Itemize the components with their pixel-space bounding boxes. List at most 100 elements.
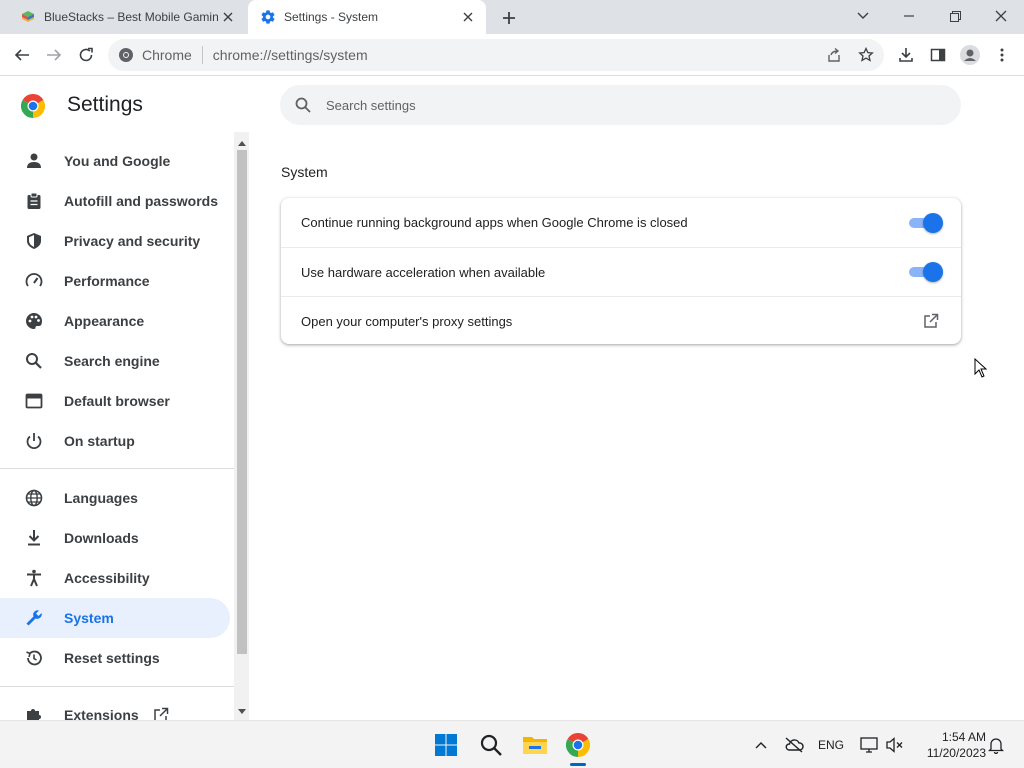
browser-window-icon <box>24 391 44 411</box>
file-explorer-icon[interactable] <box>519 729 551 761</box>
hardware-acceleration-toggle[interactable] <box>909 262 943 282</box>
sidebar-item-you-and-google[interactable]: You and Google <box>0 141 230 181</box>
setting-row-hardware-acceleration[interactable]: Use hardware acceleration when available <box>281 247 961 296</box>
shield-icon <box>24 231 44 251</box>
address-bar[interactable]: Chrome chrome://settings/system <box>108 39 884 71</box>
sidebar-item-extensions[interactable]: Extensions <box>0 695 230 720</box>
system-settings-card: Continue running background apps when Go… <box>281 198 961 344</box>
search-icon <box>24 351 44 371</box>
power-icon <box>24 431 44 451</box>
palette-icon <box>24 311 44 331</box>
sidebar-item-label: Accessibility <box>64 570 150 586</box>
scrollbar-thumb[interactable] <box>237 150 247 654</box>
setting-label: Use hardware acceleration when available <box>301 264 546 280</box>
side-panel-icon[interactable] <box>924 41 952 69</box>
clock-date: 11/20/2023 <box>926 746 986 760</box>
tab-strip: BlueStacks – Best Mobile Gaming Platform… <box>0 0 1024 34</box>
reset-icon <box>24 648 44 668</box>
sidebar-item-label: Appearance <box>64 313 145 329</box>
sidebar-divider <box>0 686 234 687</box>
sidebar-item-accessibility[interactable]: Accessibility <box>0 558 230 598</box>
sidebar-item-label: Autofill and passwords <box>64 193 219 209</box>
chrome-logo-icon <box>20 93 46 118</box>
volume-muted-icon[interactable] <box>884 733 906 757</box>
download-icon[interactable] <box>892 41 920 69</box>
accessibility-icon <box>24 568 44 588</box>
language-indicator[interactable]: ENG <box>816 733 846 757</box>
restore-button[interactable] <box>939 2 971 30</box>
search-icon[interactable] <box>475 729 507 761</box>
chrome-icon[interactable] <box>562 729 594 761</box>
taskbar: ENG 1:54 AM 11/20/2023 <box>0 720 1024 768</box>
omnibox-url[interactable]: chrome://settings/system <box>213 47 368 63</box>
tab-bluestacks[interactable]: BlueStacks – Best Mobile Gaming Platform… <box>8 0 246 34</box>
sidebar-item-reset-settings[interactable]: Reset settings <box>0 638 230 678</box>
new-tab-button[interactable] <box>498 7 520 29</box>
sidebar-item-default-browser[interactable]: Default browser <box>0 381 230 421</box>
omnibox-divider <box>201 46 203 64</box>
scroll-up-arrow-icon[interactable] <box>237 138 247 148</box>
close-icon[interactable] <box>458 7 478 27</box>
close-window-button[interactable] <box>985 2 1017 30</box>
settings-search[interactable] <box>280 85 961 125</box>
background-apps-toggle[interactable] <box>909 212 943 233</box>
sidebar-item-on-startup[interactable]: On startup <box>0 421 230 461</box>
sidebar-item-label: Performance <box>64 273 150 289</box>
settings-sidebar: You and Google Autofill and passwords Pr… <box>0 132 234 720</box>
tab-settings-system[interactable]: Settings - System <box>248 0 486 34</box>
sidebar-item-performance[interactable]: Performance <box>0 261 230 301</box>
sidebar-item-search-engine[interactable]: Search engine <box>0 341 230 381</box>
back-button[interactable] <box>8 41 36 69</box>
setting-row-proxy-settings[interactable]: Open your computer's proxy settings <box>281 296 961 345</box>
download-icon <box>24 528 44 548</box>
close-icon[interactable] <box>218 7 238 27</box>
search-icon <box>294 96 312 114</box>
bluestacks-icon <box>20 9 36 25</box>
sidebar-scrollbar[interactable] <box>234 132 249 720</box>
setting-row-background-apps[interactable]: Continue running background apps when Go… <box>281 198 961 247</box>
tab-search-chevron-down-icon[interactable] <box>847 2 879 30</box>
sidebar-item-label: Default browser <box>64 393 170 409</box>
sidebar-item-privacy[interactable]: Privacy and security <box>0 221 230 261</box>
sidebar-item-languages[interactable]: Languages <box>0 478 230 518</box>
chevron-up-icon[interactable] <box>752 733 770 757</box>
active-app-indicator <box>570 763 586 766</box>
external-link-icon <box>153 707 169 720</box>
sidebar-item-label: Reset settings <box>64 650 160 666</box>
chrome-page-icon[interactable] <box>118 47 134 63</box>
toggle-knob <box>923 262 943 282</box>
profile-avatar-icon[interactable] <box>956 41 984 69</box>
setting-label: Open your computer's proxy settings <box>301 313 513 329</box>
sidebar-item-label: System <box>64 610 114 626</box>
share-icon[interactable] <box>820 41 848 69</box>
toggle-knob <box>923 212 943 233</box>
sidebar-item-system[interactable]: System <box>0 598 230 638</box>
forward-button[interactable] <box>40 41 68 69</box>
more-menu-icon[interactable] <box>988 41 1016 69</box>
external-link-icon[interactable] <box>921 311 941 331</box>
setting-label: Continue running background apps when Go… <box>301 215 688 230</box>
sidebar-item-appearance[interactable]: Appearance <box>0 301 230 341</box>
sidebar-item-downloads[interactable]: Downloads <box>0 518 230 558</box>
search-input[interactable] <box>326 97 886 113</box>
onedrive-offline-icon[interactable] <box>783 733 805 757</box>
section-title: System <box>281 164 328 180</box>
bookmark-star-icon[interactable] <box>852 41 880 69</box>
sidebar-item-label: Languages <box>64 490 138 506</box>
page-title: Settings <box>67 93 143 116</box>
sidebar-item-autofill[interactable]: Autofill and passwords <box>0 181 230 221</box>
windows-start-icon[interactable] <box>430 729 462 761</box>
omnibox-chip: Chrome <box>142 47 192 63</box>
browser-toolbar: Chrome chrome://settings/system <box>0 34 1024 76</box>
wrench-icon <box>24 608 44 628</box>
tab-title: BlueStacks – Best Mobile Gaming Platform… <box>44 10 218 24</box>
sidebar-divider <box>0 468 234 469</box>
scroll-down-arrow-icon[interactable] <box>237 706 247 716</box>
notification-bell-icon[interactable] <box>986 733 1006 757</box>
gear-icon <box>260 9 276 25</box>
system-clock[interactable]: 1:54 AM 11/20/2023 <box>912 729 986 761</box>
minimize-button[interactable] <box>893 2 925 30</box>
sidebar-item-label: Downloads <box>64 530 139 546</box>
reload-button[interactable] <box>72 41 100 69</box>
display-icon[interactable] <box>858 733 880 757</box>
